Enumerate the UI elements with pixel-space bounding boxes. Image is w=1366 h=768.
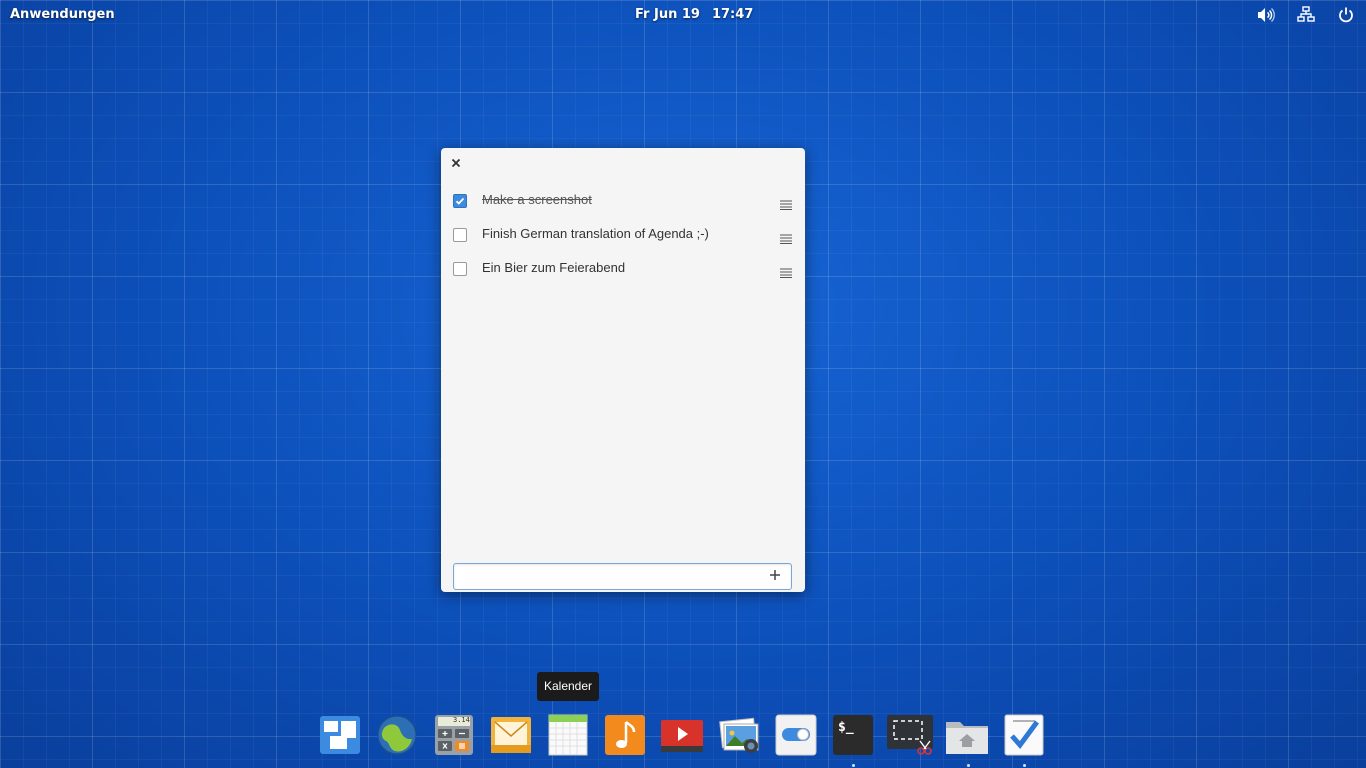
web-browser-icon[interactable] — [376, 714, 418, 756]
applications-menu[interactable]: Anwendungen — [10, 7, 115, 22]
agenda-window: Make a screenshot Finish German translat… — [441, 148, 805, 592]
videos-icon[interactable] — [661, 714, 703, 756]
task-row: Make a screenshot — [453, 189, 793, 213]
date-time-indicator[interactable]: Fr Jun 19 17:47 — [635, 7, 765, 22]
new-task-entry[interactable] — [453, 563, 792, 590]
files-icon[interactable] — [944, 714, 988, 756]
close-icon[interactable] — [449, 156, 463, 170]
drag-handle-icon[interactable] — [780, 229, 792, 244]
screenshot-icon[interactable] — [886, 714, 933, 756]
volume-icon[interactable] — [1256, 6, 1276, 24]
date-label: Fr Jun 19 — [635, 7, 700, 22]
terminal-icon[interactable]: $_ — [832, 714, 874, 756]
top-panel: Anwendungen Fr Jun 19 17:47 — [0, 0, 1366, 28]
drag-handle-icon[interactable] — [780, 195, 792, 210]
multitasking-view-icon[interactable] — [319, 714, 361, 756]
network-icon[interactable] — [1297, 6, 1317, 24]
running-indicator — [967, 764, 970, 767]
agenda-icon[interactable] — [1003, 714, 1045, 756]
task-row: Ein Bier zum Feierabend — [453, 257, 793, 281]
task-row: Finish German translation of Agenda ;-) — [453, 223, 793, 247]
task-checkbox[interactable] — [453, 228, 467, 242]
mail-icon[interactable] — [490, 714, 532, 756]
task-checkbox[interactable] — [453, 262, 467, 276]
system-settings-icon[interactable] — [775, 714, 817, 756]
running-indicator — [852, 764, 855, 767]
music-icon[interactable] — [604, 714, 646, 756]
task-label[interactable]: Make a screenshot — [482, 192, 592, 207]
terminal-prompt-label: $_ — [838, 720, 854, 735]
running-indicator — [1023, 764, 1026, 767]
dock-tooltip: Kalender — [537, 672, 599, 701]
power-icon[interactable] — [1337, 6, 1357, 24]
new-task-input[interactable] — [458, 566, 762, 587]
calendar-icon[interactable] — [547, 714, 589, 756]
calculator-display-label: 3.14 — [453, 716, 470, 724]
time-label: 17:47 — [711, 7, 754, 22]
task-label[interactable]: Ein Bier zum Feierabend — [482, 260, 625, 275]
drag-handle-icon[interactable] — [780, 263, 792, 278]
photos-icon[interactable] — [718, 714, 760, 756]
calculator-icon[interactable]: 3.14 — [433, 714, 475, 756]
plus-icon[interactable] — [769, 568, 781, 584]
task-checkbox[interactable] — [453, 194, 467, 208]
task-label[interactable]: Finish German translation of Agenda ;-) — [482, 226, 709, 241]
